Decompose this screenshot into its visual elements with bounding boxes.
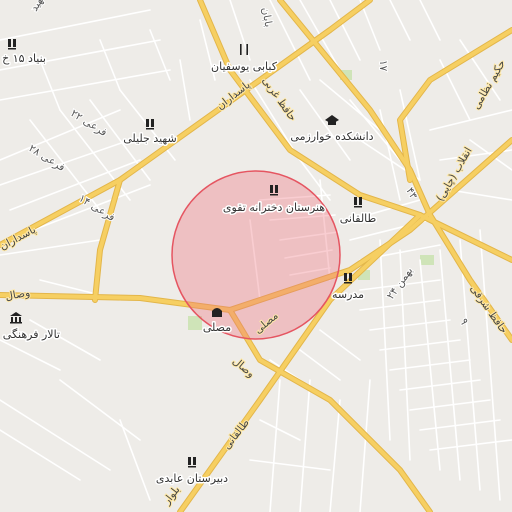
poi-label: دبیرستان عابدی — [156, 472, 228, 485]
poi-label: هنرستان دخترانه تقوی — [223, 201, 325, 214]
highlight-circle[interactable] — [171, 170, 341, 340]
poi-label: بنیاد ۱۵ خ — [2, 52, 46, 65]
map-canvas[interactable]: پاسداران حافظ غربی فرعی ۲۲ فرعی ۲۸ فرعی … — [0, 0, 512, 512]
road-label: ۱۷ — [377, 60, 389, 72]
poi-label: دانشکده خوارزمی — [290, 130, 373, 143]
poi-label: کبابی یوسفیان — [211, 60, 278, 73]
poi-label: شهید جلیلی — [123, 132, 176, 145]
poi-label: طالقانی — [340, 212, 377, 225]
poi-label: مصلی — [203, 321, 231, 334]
poi-label: مدرسه — [332, 288, 364, 301]
poi-label: تالار فرهنگی م — [0, 328, 60, 341]
